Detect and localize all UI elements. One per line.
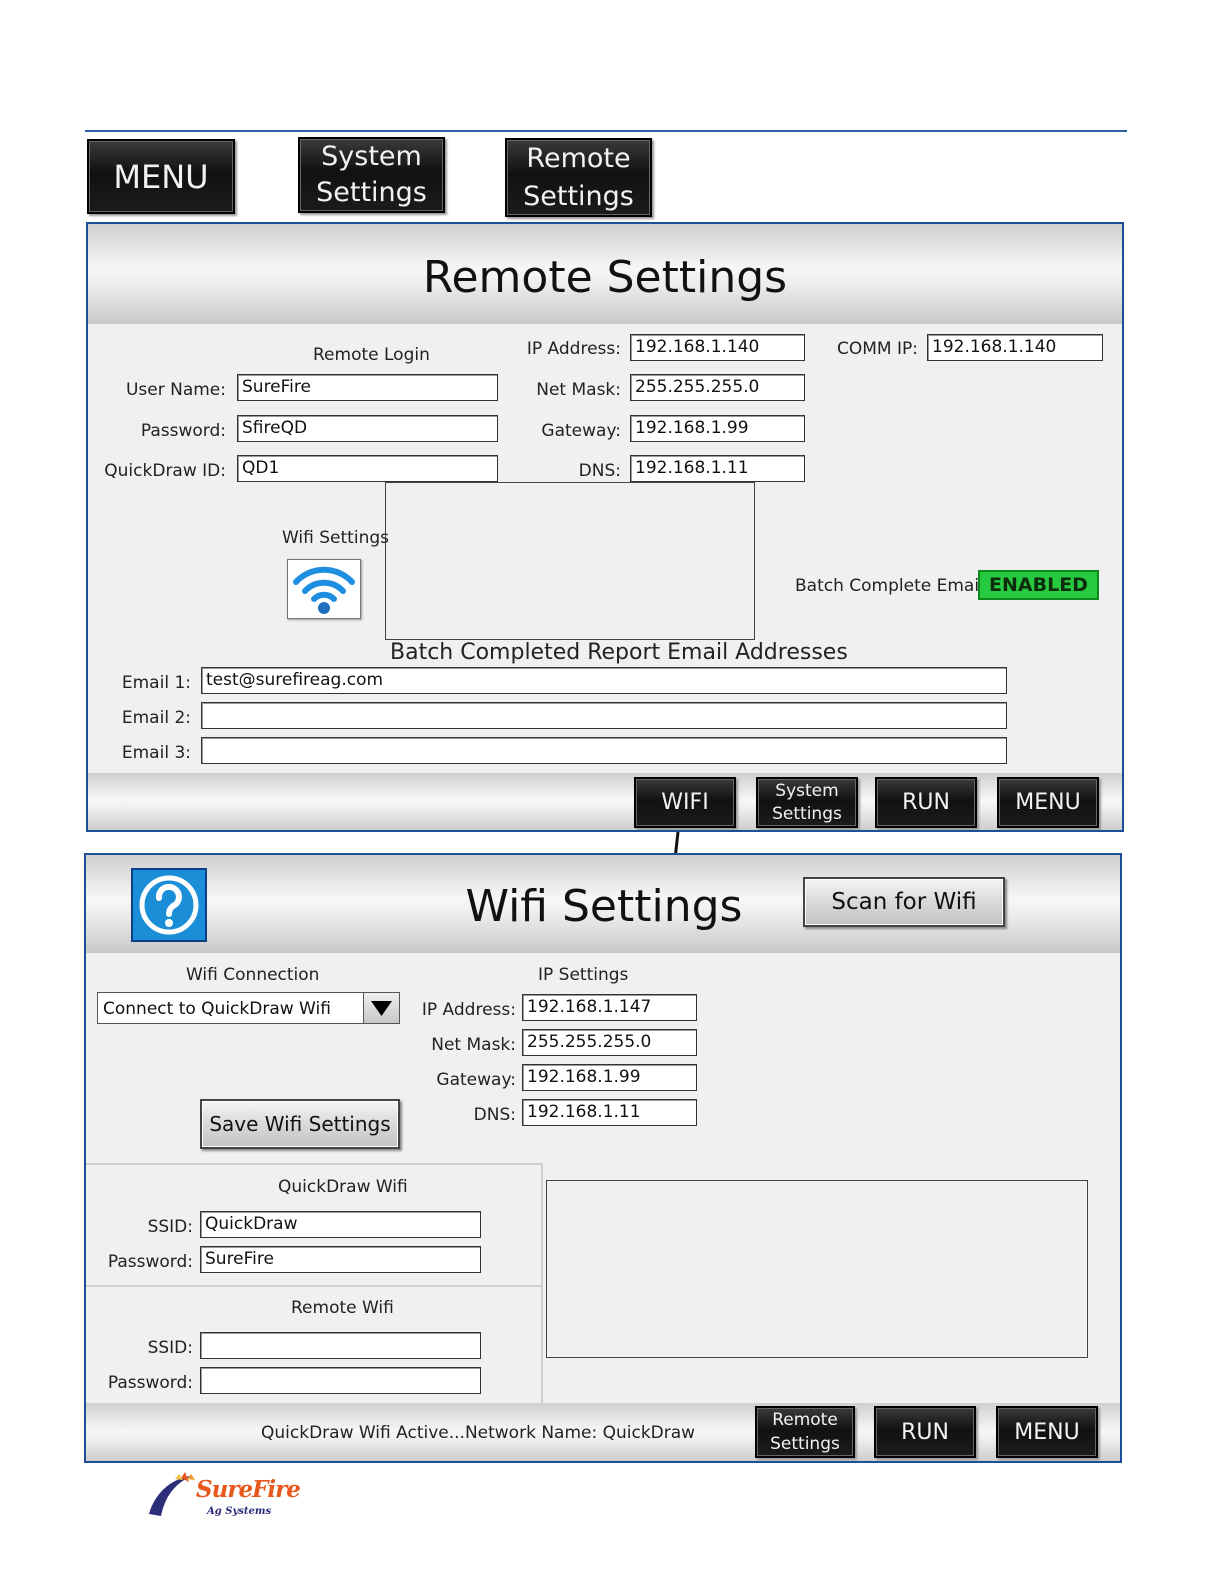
wifi-remote-settings-button[interactable]: Remote Settings — [755, 1406, 855, 1458]
remote-system-settings-button[interactable]: System Settings — [756, 777, 858, 828]
wifi-dns-input[interactable]: 192.168.1.11 — [522, 1099, 697, 1126]
wifi-menu-button-label: MENU — [1014, 1419, 1080, 1445]
remote-info-box — [385, 482, 755, 640]
remote-menu-button[interactable]: MENU — [997, 777, 1099, 828]
email-2-label: Email 2: — [121, 708, 191, 728]
top-system-settings-line1: System — [321, 141, 422, 172]
comm-ip-input[interactable]: 192.168.1.140 — [927, 334, 1103, 361]
top-divider-line — [85, 130, 1127, 132]
wifi-net-mask-input[interactable]: 255.255.255.0 — [522, 1029, 697, 1056]
remote-run-button-label: RUN — [902, 790, 950, 815]
wifi-status-text: QuickDraw Wifi Active...Network Name: Qu… — [261, 1423, 696, 1443]
quickdraw-wifi-heading: QuickDraw Wifi — [278, 1177, 408, 1197]
remote-wifi-heading: Remote Wifi — [291, 1298, 394, 1318]
password-input[interactable]: SfireQD — [237, 415, 498, 442]
remote-page-title: Remote Settings — [422, 252, 788, 303]
quickdraw-wifi-section-top-divider — [86, 1163, 542, 1165]
rw-ssid-input[interactable] — [200, 1332, 481, 1359]
email-3-label: Email 3: — [121, 743, 191, 763]
password-label: Password: — [140, 421, 226, 441]
logo-brand-text: SureFire — [196, 1476, 301, 1503]
save-wifi-settings-button[interactable]: Save Wifi Settings — [200, 1099, 400, 1149]
qd-ssid-label: SSID: — [147, 1217, 193, 1237]
rw-ssid-label: SSID: — [147, 1338, 193, 1358]
top-system-settings-line2: Settings — [316, 177, 427, 208]
wifi-icon — [293, 566, 355, 614]
email-1-label: Email 1: — [121, 673, 191, 693]
batch-report-heading: Batch Completed Report Email Addresses — [390, 640, 848, 665]
top-menu-button[interactable]: MENU — [87, 139, 235, 214]
quickdraw-id-label: QuickDraw ID: — [104, 461, 226, 481]
surefire-swoosh-icon — [149, 1472, 195, 1516]
rw-password-label: Password: — [107, 1373, 193, 1393]
remote-settings-panel: Remote Settings Remote Login User Name: … — [86, 222, 1124, 832]
top-remote-settings-line2: Settings — [523, 180, 634, 212]
qd-ssid-input[interactable]: QuickDraw — [200, 1211, 481, 1238]
dns-label: DNS: — [578, 461, 621, 481]
scan-for-wifi-button[interactable]: Scan for Wifi — [803, 877, 1005, 927]
left-section-vertical-divider — [541, 1163, 543, 1403]
gateway-input[interactable]: 192.168.1.99 — [630, 415, 805, 442]
logo-tagline-text: Ag Systems — [207, 1506, 272, 1517]
email-2-input[interactable] — [201, 702, 1007, 729]
top-remote-settings-button[interactable]: Remote Settings — [505, 138, 652, 217]
wifi-gateway-label: Gateway: — [436, 1070, 516, 1090]
user-name-input[interactable]: SureFire — [237, 374, 498, 401]
wifi-ip-address-input[interactable]: 192.168.1.147 — [522, 994, 697, 1021]
top-system-settings-button[interactable]: System Settings — [298, 137, 445, 213]
wifi-settings-icon-button[interactable] — [287, 559, 361, 619]
wifi-remote-settings-line2: Settings — [770, 1434, 840, 1454]
wifi-run-button-label: RUN — [901, 1419, 949, 1445]
batch-email-enabled-toggle[interactable]: ENABLED — [978, 570, 1099, 600]
rw-password-input[interactable] — [200, 1367, 481, 1394]
remote-wifi-section-divider — [86, 1285, 542, 1287]
remote-run-button[interactable]: RUN — [875, 777, 977, 828]
remote-login-heading: Remote Login — [313, 345, 430, 365]
net-mask-input[interactable]: 255.255.255.0 — [630, 374, 805, 401]
net-mask-label: Net Mask: — [536, 380, 621, 400]
wifi-dns-label: DNS: — [473, 1105, 516, 1125]
gateway-label: Gateway: — [541, 421, 621, 441]
wifi-settings-label: Wifi Settings — [282, 528, 389, 548]
quickdraw-id-input[interactable]: QD1 — [237, 455, 498, 482]
comm-ip-label: COMM IP: — [837, 339, 918, 359]
remote-system-settings-line1: System — [775, 780, 839, 801]
scan-for-wifi-label: Scan for Wifi — [831, 889, 977, 915]
remote-wifi-button-label: WIFI — [661, 790, 709, 815]
save-wifi-settings-label: Save Wifi Settings — [209, 1112, 391, 1136]
wifi-connection-select[interactable]: Connect to QuickDraw Wifi — [97, 992, 400, 1024]
wifi-run-button[interactable]: RUN — [874, 1406, 976, 1458]
wifi-menu-button[interactable]: MENU — [996, 1406, 1098, 1458]
user-name-label: User Name: — [125, 380, 226, 400]
dns-input[interactable]: 192.168.1.11 — [630, 455, 805, 482]
remote-wifi-button[interactable]: WIFI — [634, 777, 736, 828]
wifi-connection-selected-value: Connect to QuickDraw Wifi — [103, 999, 331, 1019]
ip-address-label: IP Address: — [526, 339, 621, 359]
ip-settings-heading: IP Settings — [538, 965, 629, 985]
top-remote-settings-line1: Remote — [526, 142, 631, 174]
remote-menu-button-label: MENU — [1015, 790, 1081, 815]
email-3-input[interactable] — [201, 737, 1007, 764]
wifi-ip-address-label: IP Address: — [421, 1000, 516, 1020]
wifi-remote-settings-line1: Remote — [772, 1410, 838, 1430]
remote-system-settings-line2: Settings — [772, 803, 842, 824]
qd-password-input[interactable]: SureFire — [200, 1246, 481, 1273]
email-1-input[interactable]: test@surefireag.com — [201, 667, 1007, 694]
top-menu-label: MENU — [113, 157, 209, 196]
wifi-net-mask-label: Net Mask: — [431, 1035, 516, 1055]
qd-password-label: Password: — [107, 1252, 193, 1272]
surefire-logo: SureFire Ag Systems — [145, 1470, 301, 1525]
wifi-network-list-box[interactable] — [546, 1180, 1088, 1358]
ip-address-input[interactable]: 192.168.1.140 — [630, 334, 805, 361]
batch-complete-email-label: Batch Complete Email — [795, 576, 984, 596]
wifi-connection-heading: Wifi Connection — [186, 965, 320, 985]
wifi-gateway-input[interactable]: 192.168.1.99 — [522, 1064, 697, 1091]
wifi-settings-panel: Wifi Settings Scan for Wifi Wifi Connect… — [84, 853, 1122, 1463]
